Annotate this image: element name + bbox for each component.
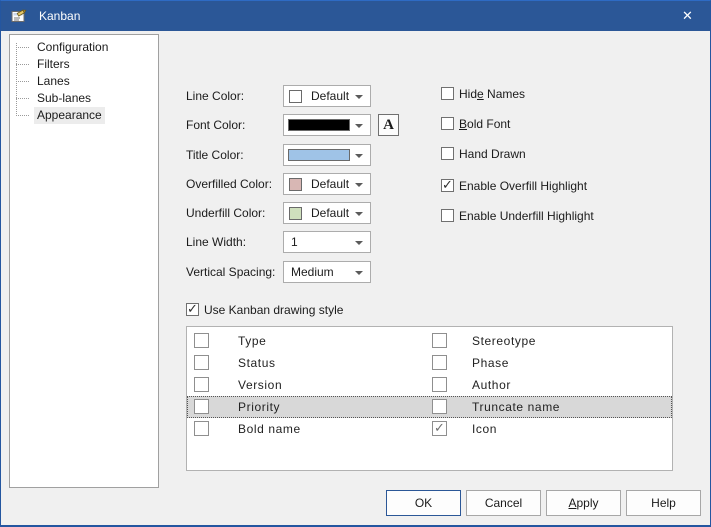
ok-button[interactable]: OK [386, 490, 461, 516]
checkbox-box[interactable] [432, 333, 447, 348]
list-row-bold-name-icon[interactable]: Bold name Icon [187, 418, 672, 440]
list-item-label: Priority [238, 396, 280, 418]
tree-item-label: Configuration [34, 39, 111, 56]
color-swatch [289, 90, 302, 103]
dropdown-value: 1 [291, 232, 298, 252]
checkbox-box[interactable] [194, 355, 209, 370]
checkbox-box [441, 87, 454, 100]
list-item-label: Type [238, 330, 266, 352]
tree-item-label: Appearance [34, 107, 105, 124]
bold-font-checkbox[interactable]: Bold Font [441, 117, 510, 131]
dropdown-value: Default [311, 86, 349, 106]
checkbox-label: Use Kanban drawing style [204, 303, 343, 317]
checkbox-box [441, 117, 454, 130]
underfill-color-label: Underfill Color: [186, 202, 282, 224]
use-kanban-drawing-style-checkbox[interactable]: Use Kanban drawing style [186, 303, 343, 317]
chevron-down-icon [355, 241, 363, 245]
hide-names-checkbox[interactable]: Hide Names [441, 87, 525, 101]
dropdown-value: Medium [291, 262, 334, 282]
list-item-label: Bold name [238, 418, 301, 440]
checkbox-box[interactable] [432, 355, 447, 370]
color-swatch [289, 207, 302, 220]
list-item-label: Stereotype [472, 330, 536, 352]
title-color-dropdown[interactable] [283, 144, 371, 166]
enable-overfill-highlight-checkbox[interactable]: Enable Overfill Highlight [441, 179, 587, 193]
tree-item-label: Filters [34, 56, 73, 73]
color-swatch [288, 149, 350, 161]
checkbox-label: Bold Font [459, 117, 510, 131]
checkbox-box[interactable] [432, 421, 447, 436]
list-item-label: Phase [472, 352, 509, 374]
title-color-label: Title Color: [186, 144, 282, 166]
list-item-label: Version [238, 374, 282, 396]
checkbox-box[interactable] [194, 377, 209, 392]
list-item-label: Icon [472, 418, 497, 440]
color-swatch [289, 178, 302, 191]
overfilled-color-label: Overfilled Color: [186, 173, 282, 195]
line-color-dropdown[interactable]: Default [283, 85, 371, 107]
kanban-app-icon [11, 8, 27, 24]
checkbox-box[interactable] [194, 399, 209, 414]
display-fields-list: Type Stereotype Status Phase Version Aut… [186, 326, 673, 471]
checkbox-box[interactable] [432, 399, 447, 414]
settings-tree: Configuration Filters Lanes Sub-lanes Ap… [9, 34, 159, 488]
checkbox-label: Enable Overfill Highlight [459, 179, 587, 193]
chevron-down-icon [355, 271, 363, 275]
checkbox-box [441, 147, 454, 160]
cancel-button[interactable]: Cancel [466, 490, 541, 516]
color-swatch [288, 119, 350, 131]
tree-item-label: Sub-lanes [34, 90, 94, 107]
sidebar-item-filters[interactable]: Filters [10, 56, 158, 73]
checkbox-box[interactable] [194, 421, 209, 436]
list-row-priority-truncate-name[interactable]: Priority Truncate name [187, 396, 672, 418]
sidebar-item-lanes[interactable]: Lanes [10, 73, 158, 90]
underfill-color-dropdown[interactable]: Default [283, 202, 371, 224]
dropdown-value: Default [311, 203, 349, 223]
enable-underfill-highlight-checkbox[interactable]: Enable Underfill Highlight [441, 209, 594, 223]
close-icon[interactable]: ✕ [665, 1, 710, 31]
line-width-dropdown[interactable]: 1 [283, 231, 371, 253]
list-item-label: Author [472, 374, 511, 396]
sidebar-item-sub-lanes[interactable]: Sub-lanes [10, 90, 158, 107]
hand-drawn-checkbox[interactable]: Hand Drawn [441, 147, 526, 161]
apply-button[interactable]: Apply [546, 490, 621, 516]
checkbox-box[interactable] [194, 333, 209, 348]
kanban-dialog: Kanban ✕ Configuration Filters Lanes Sub… [0, 0, 711, 527]
checkbox-label: Hand Drawn [459, 147, 526, 161]
checkbox-box [186, 303, 199, 316]
font-style-button[interactable]: A [378, 114, 399, 136]
checkbox-box [441, 179, 454, 192]
chevron-down-icon [355, 212, 363, 216]
sidebar-item-appearance[interactable]: Appearance [10, 107, 158, 124]
chevron-down-icon [355, 124, 363, 128]
sidebar-item-configuration[interactable]: Configuration [10, 39, 158, 56]
tree-item-label: Lanes [34, 73, 73, 90]
checkbox-box[interactable] [432, 377, 447, 392]
list-row-status-phase[interactable]: Status Phase [187, 352, 672, 374]
dropdown-value: Default [311, 174, 349, 194]
checkbox-box [441, 209, 454, 222]
checkbox-label: Hide Names [459, 87, 525, 101]
vertical-spacing-dropdown[interactable]: Medium [283, 261, 371, 283]
titlebar: Kanban ✕ [1, 1, 710, 31]
list-item-label: Truncate name [472, 396, 560, 418]
checkbox-label: Enable Underfill Highlight [459, 209, 594, 223]
window-title: Kanban [39, 1, 80, 31]
list-item-label: Status [238, 352, 276, 374]
font-color-label: Font Color: [186, 114, 282, 136]
help-button[interactable]: Help [626, 490, 701, 516]
overfilled-color-dropdown[interactable]: Default [283, 173, 371, 195]
list-row-type-stereotype[interactable]: Type Stereotype [187, 330, 672, 352]
list-row-version-author[interactable]: Version Author [187, 374, 672, 396]
line-color-label: Line Color: [186, 85, 282, 107]
vertical-spacing-label: Vertical Spacing: [186, 261, 282, 283]
chevron-down-icon [355, 183, 363, 187]
font-color-dropdown[interactable] [283, 114, 371, 136]
chevron-down-icon [355, 154, 363, 158]
chevron-down-icon [355, 95, 363, 99]
line-width-label: Line Width: [186, 231, 282, 253]
